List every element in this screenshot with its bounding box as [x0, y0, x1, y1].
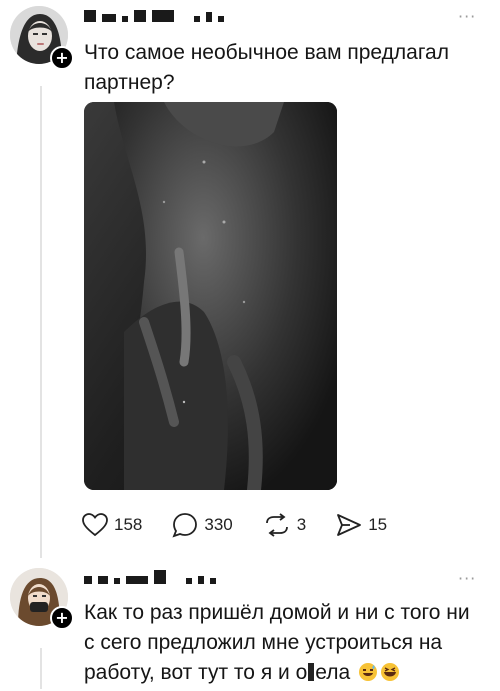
post-actions: 158 330 3 15 — [82, 512, 417, 538]
username-redacted[interactable] — [84, 8, 224, 22]
post: + ··· Что самое необычное вам предлагал … — [0, 0, 500, 560]
repost-arrows-icon — [265, 513, 288, 537]
like-button[interactable]: 158 — [82, 513, 142, 537]
send-arrow-icon — [337, 514, 362, 536]
comment-button[interactable]: 330 — [172, 512, 233, 538]
comment-bubble-icon — [172, 513, 198, 538]
reply-text-line: работу, вот тут то я и о ела — [84, 658, 489, 688]
heart-icon — [82, 513, 108, 537]
reply-text-segment: ела — [315, 661, 351, 684]
repost-count: 3 — [296, 515, 307, 534]
reply-text-line: Как то раз пришёл домой и ни с того ни — [84, 601, 470, 624]
more-dots-icon[interactable]: ··· — [458, 9, 476, 25]
follow-plus-icon[interactable]: + — [50, 606, 74, 630]
post-text: Что самое необычное вам предлагал партне… — [84, 41, 449, 94]
like-count: 158 — [114, 515, 143, 534]
repost-button[interactable]: 3 — [263, 513, 306, 537]
share-button[interactable]: 15 — [336, 513, 387, 537]
more-dots-icon[interactable]: ··· — [458, 571, 476, 587]
thread-line — [40, 86, 42, 558]
redaction-mark — [308, 663, 315, 681]
follow-plus-icon[interactable]: + — [50, 46, 74, 70]
reply-text-line: с сего предложил мне устроиться на — [84, 631, 443, 654]
reply-text-segment: работу, вот тут то я и о — [84, 661, 308, 684]
username-redacted[interactable] — [84, 570, 216, 584]
grinning-sweat-emoji — [358, 661, 378, 681]
reply-text: Как то раз пришёл домой и ни с того ни с… — [84, 598, 489, 688]
comment-count: 330 — [204, 515, 233, 534]
grinning-squinting-emoji — [380, 661, 400, 681]
share-count: 15 — [368, 515, 388, 534]
reply-post: + ··· Как то раз пришёл домой и ни с тог… — [0, 560, 500, 689]
post-photo[interactable] — [84, 102, 337, 490]
thread-line — [40, 648, 42, 689]
